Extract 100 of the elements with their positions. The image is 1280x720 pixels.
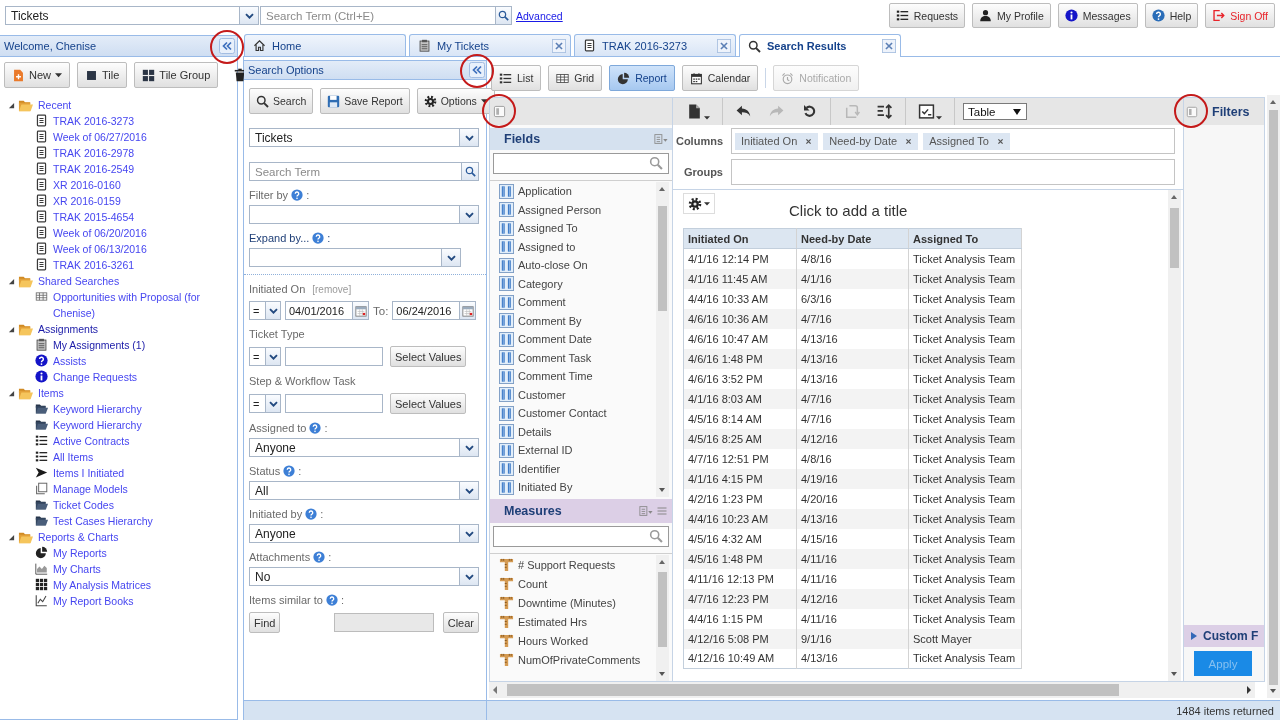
field-item[interactable]: Comment Time xyxy=(490,367,656,386)
tree-item[interactable]: Recent xyxy=(38,97,72,113)
close-icon[interactable] xyxy=(717,38,731,53)
tree-item[interactable]: Week of 06/20/2016 xyxy=(53,225,147,241)
column-chip[interactable]: Assigned To xyxy=(923,132,1010,150)
select-values-button[interactable]: Select Values xyxy=(390,393,467,414)
tree-item[interactable]: Change Requests xyxy=(53,369,138,385)
clear-button[interactable]: Clear xyxy=(442,612,479,633)
column-header[interactable]: Initiated On xyxy=(683,228,797,249)
dropdown[interactable]: No xyxy=(249,567,479,586)
collapse-icon[interactable] xyxy=(219,38,235,54)
find-button[interactable]: Find xyxy=(249,612,281,633)
column-chip[interactable]: Need-by Date xyxy=(823,132,919,150)
save-button[interactable]: Save Report xyxy=(320,88,410,114)
tab[interactable]: TRAK 2016-3273 xyxy=(574,34,736,56)
close-icon[interactable] xyxy=(882,39,896,53)
measure-item[interactable]: Downtime (Minutes) xyxy=(490,593,656,612)
field-item[interactable]: External ID xyxy=(490,441,656,460)
field-item[interactable]: Application xyxy=(490,182,656,201)
tree-item[interactable]: My Reports xyxy=(53,545,107,561)
field-item[interactable]: Category xyxy=(490,274,656,293)
messages-button[interactable]: Messages xyxy=(1057,3,1138,28)
value-field[interactable] xyxy=(285,394,383,413)
list-menu-icon[interactable] xyxy=(654,132,668,146)
tile-button[interactable]: Tile xyxy=(77,62,128,88)
field-item[interactable]: Initiated By xyxy=(490,478,656,497)
column-header[interactable]: Assigned To xyxy=(908,228,1022,249)
view-button[interactable]: List xyxy=(491,65,542,91)
view-button[interactable]: Grid xyxy=(548,65,603,91)
tree-item[interactable]: Week of 06/13/2016 xyxy=(53,241,147,257)
measure-item[interactable]: # Support Requests xyxy=(490,555,656,574)
triangle-icon[interactable] xyxy=(8,534,15,541)
tree-item[interactable]: XR 2016-0159 xyxy=(53,193,121,209)
measure-item[interactable]: NumOfPrivateComments xyxy=(490,650,656,669)
tree-item[interactable]: TRAK 2016-2978 xyxy=(53,145,135,161)
search-button[interactable] xyxy=(496,6,512,25)
sort-button[interactable] xyxy=(876,103,893,120)
type-select[interactable]: Tickets xyxy=(249,128,479,147)
tab[interactable]: My Tickets xyxy=(409,34,571,56)
field-item[interactable]: Customer Contact xyxy=(490,404,656,423)
view-button[interactable]: Calendar xyxy=(681,65,759,91)
dropdown[interactable] xyxy=(249,248,461,267)
list-menu-icon[interactable] xyxy=(639,504,653,518)
field-item[interactable]: Comment xyxy=(490,293,656,312)
dropdown[interactable]: All xyxy=(249,481,479,500)
triangle-icon[interactable] xyxy=(8,278,15,285)
tree-item[interactable]: Week of 06/27/2016 xyxy=(53,129,147,145)
triangle-icon[interactable] xyxy=(8,102,15,109)
sign-off-button[interactable]: Sign Off xyxy=(1205,3,1275,28)
remove-icon[interactable] xyxy=(905,137,913,145)
tree-item[interactable]: Keyword Hierarchy xyxy=(53,417,142,433)
tree-item[interactable]: My Report Books xyxy=(53,593,134,609)
scrollbar[interactable] xyxy=(1168,190,1181,681)
tree-item[interactable]: TRAK 2016-2549 xyxy=(53,161,135,177)
field-item[interactable]: Customer xyxy=(490,385,656,404)
dropdown[interactable] xyxy=(249,205,479,224)
tree-item[interactable]: XR 2016-0160 xyxy=(53,177,121,193)
measure-item[interactable]: Count xyxy=(490,574,656,593)
tab[interactable]: Search Results xyxy=(739,34,901,57)
tile-group-button[interactable]: Tile Group xyxy=(134,62,219,88)
search-field[interactable] xyxy=(493,153,669,174)
field-item[interactable]: Comment Task xyxy=(490,348,656,367)
panel-toggle-icon[interactable] xyxy=(1186,105,1198,118)
tree-item[interactable]: Items I Initiated xyxy=(53,465,125,481)
tree-item[interactable]: TRAK 2016-3273 xyxy=(53,113,135,129)
scrollbar[interactable] xyxy=(656,555,669,681)
field-item[interactable]: Comment By xyxy=(490,311,656,330)
field-item[interactable]: Assigned To xyxy=(490,219,656,238)
calendar-button[interactable] xyxy=(460,301,477,320)
groups-field[interactable] xyxy=(731,159,1175,185)
calendar-button[interactable] xyxy=(353,301,369,320)
scrollbar[interactable] xyxy=(1267,95,1280,698)
panel-toggle-icon[interactable] xyxy=(493,105,506,118)
options-button[interactable]: Options xyxy=(416,88,495,114)
search-field[interactable] xyxy=(493,526,669,547)
display-mode-select[interactable]: Table xyxy=(963,103,1027,120)
measure-item[interactable]: Hours Worked xyxy=(490,631,656,650)
checklist-button[interactable] xyxy=(918,103,942,120)
search-button[interactable]: Search xyxy=(249,88,314,114)
new-button[interactable]: New xyxy=(4,62,70,88)
tree-item[interactable]: Shared Searches xyxy=(38,273,120,289)
measure-item[interactable]: Estimated Hrs xyxy=(490,612,656,631)
report-title-prompt[interactable]: Click to add a title xyxy=(789,201,908,219)
tree-item[interactable]: Assists xyxy=(53,353,87,369)
module-select[interactable]: Tickets xyxy=(5,6,259,25)
search-button[interactable] xyxy=(462,162,479,181)
remove-icon[interactable] xyxy=(805,137,813,145)
operator-select[interactable]: = xyxy=(249,301,281,320)
value-field[interactable] xyxy=(285,347,383,366)
tree-item[interactable]: My Charts xyxy=(53,561,101,577)
section-header[interactable]: Custom F xyxy=(1184,625,1264,647)
tree-item[interactable]: Ticket Codes xyxy=(53,497,114,513)
tree-item[interactable]: Keyword Hierarchy xyxy=(53,401,142,417)
field-item[interactable]: Details xyxy=(490,422,656,441)
column-header[interactable]: Need-by Date xyxy=(796,228,909,249)
select-values-button[interactable]: Select Values xyxy=(390,346,467,367)
dropdown[interactable]: Anyone xyxy=(249,524,479,543)
tree-item[interactable]: Opportunities with Proposal (for Chenise) xyxy=(53,289,223,321)
profile-button[interactable]: My Profile xyxy=(972,3,1051,28)
tab[interactable]: Home xyxy=(244,34,406,56)
